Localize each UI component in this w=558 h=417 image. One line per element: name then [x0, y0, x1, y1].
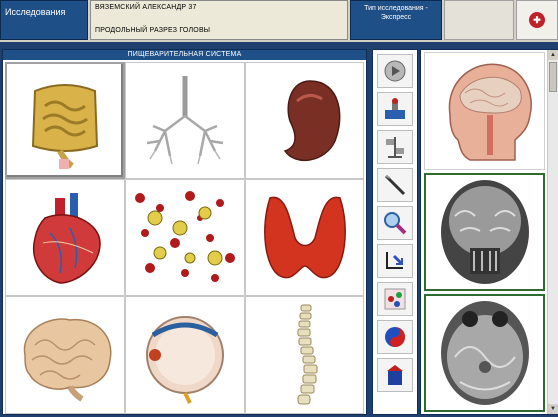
- organ-cell-thyroid[interactable]: [245, 179, 364, 296]
- exam-type-label: Тип исследования -: [364, 5, 428, 12]
- lungs-icon: [146, 75, 224, 164]
- tool-zoom-button[interactable]: [377, 206, 413, 240]
- section-title: Исследования: [0, 0, 88, 40]
- scroll-down-icon[interactable]: ▼: [548, 404, 558, 414]
- remedy-icon: [387, 365, 403, 385]
- tool-chart-button[interactable]: [377, 282, 413, 316]
- organ-panel: ПИЩЕВАРИТЕЛЬНАЯ СИСТЕМА: [2, 49, 367, 415]
- head-sagittal-icon: [448, 63, 532, 161]
- head-axial-mri-icon: [440, 301, 529, 405]
- tool-remedy-button[interactable]: [377, 358, 413, 392]
- tool-yin-yang-button[interactable]: [377, 320, 413, 354]
- head-coronal-mri-icon: [440, 180, 529, 284]
- switch-icon: [386, 252, 404, 269]
- tool-balance-button[interactable]: [377, 130, 413, 164]
- kidney-icon: [283, 79, 340, 161]
- chart-icon: [384, 288, 406, 310]
- brain-icon: [23, 318, 112, 402]
- spine-icon: [297, 304, 317, 404]
- zoom-icon: [384, 212, 407, 235]
- exam-type-value: Экспресс: [380, 14, 412, 21]
- intestines-icon: [31, 83, 99, 169]
- logo-icon: ✚: [529, 12, 545, 28]
- tool-disc-button[interactable]: [377, 54, 413, 88]
- organ-cell-intestines[interactable]: [5, 62, 125, 179]
- organ-panel-title: ПИЩЕВАРИТЕЛЬНАЯ СИСТЕМА: [3, 50, 366, 60]
- heart-icon: [33, 192, 101, 284]
- organ-cell-eye[interactable]: [125, 296, 245, 414]
- tool-switch-button[interactable]: [377, 244, 413, 278]
- header-spacer: [444, 0, 514, 40]
- disc-icon: [384, 60, 406, 82]
- tool-scanner-button[interactable]: [377, 92, 413, 126]
- logo[interactable]: ✚: [516, 0, 558, 40]
- thyroid-icon: [263, 196, 346, 278]
- organ-cell-brain[interactable]: [5, 296, 125, 414]
- scroll-up-icon[interactable]: ▲: [548, 50, 558, 60]
- scanner-icon: [385, 98, 405, 119]
- organ-grid: [5, 62, 364, 414]
- organ-view-name: ПРОДОЛЬНЫЙ РАЗРЕЗ ГОЛОВЫ: [95, 27, 211, 34]
- organ-cell-lungs[interactable]: [125, 62, 245, 179]
- blood-cells-icon: [135, 190, 235, 282]
- tool-bar: [372, 49, 418, 415]
- section-panel-scrollbar[interactable]: ▲ ▼: [547, 50, 558, 414]
- yin-yang-icon: [385, 327, 405, 347]
- thumb-head-sagittal[interactable]: [424, 52, 545, 170]
- thumb-head-coronal[interactable]: [424, 173, 545, 291]
- top-bar: Исследования ВЯЗЕМСКИЙ АЛЕКСАНДР 37 ПРОД…: [0, 0, 558, 42]
- section-panel: ▲ ▼: [420, 49, 558, 415]
- organ-cell-heart[interactable]: [5, 179, 125, 296]
- probe-icon: [384, 174, 406, 196]
- balance-icon: [386, 137, 404, 158]
- organ-cell-spine[interactable]: [245, 296, 364, 414]
- eye-icon: [146, 316, 224, 404]
- patient-name: ВЯЗЕМСКИЙ АЛЕКСАНДР 37: [95, 4, 197, 11]
- patient-info: ВЯЗЕМСКИЙ АЛЕКСАНДР 37 ПРОДОЛЬНЫЙ РАЗРЕЗ…: [90, 0, 348, 40]
- exam-type: Тип исследования - Экспресс: [350, 0, 442, 40]
- organ-cell-kidney[interactable]: [245, 62, 364, 179]
- organ-cell-blood[interactable]: [125, 179, 245, 296]
- thumb-head-axial[interactable]: [424, 294, 545, 412]
- scroll-thumb[interactable]: [549, 62, 557, 92]
- tool-probe-button[interactable]: [377, 168, 413, 202]
